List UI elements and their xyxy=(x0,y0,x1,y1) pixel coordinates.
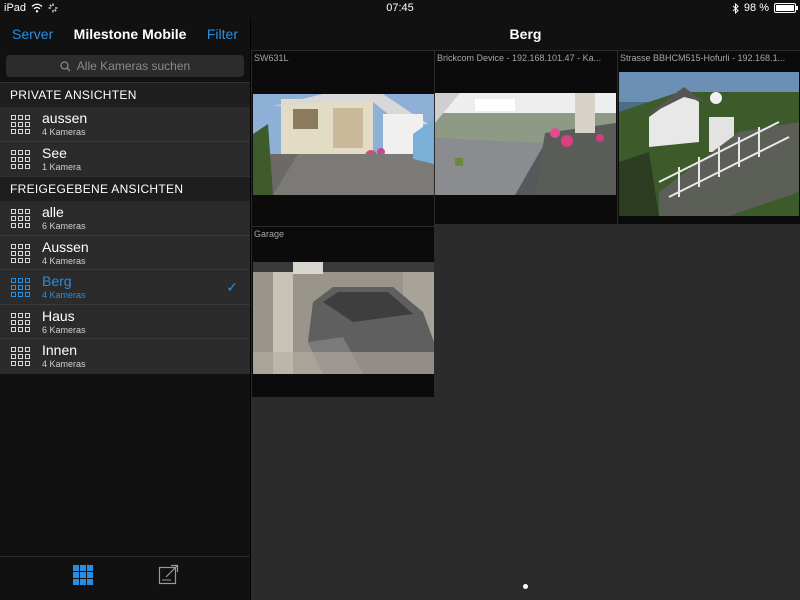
bluetooth-icon xyxy=(732,2,739,14)
camera-caption: Strasse BBHCM515-Hofurli - 192.168.1... xyxy=(620,53,786,63)
view-name: See xyxy=(42,144,67,161)
camera-tile-strasse[interactable]: Strasse BBHCM515-Hofurli - 192.168.1... xyxy=(618,51,800,224)
status-time: 07:45 xyxy=(386,2,414,14)
view-camera-count: 4 Kameras xyxy=(42,255,86,266)
view-name: Haus xyxy=(42,307,75,324)
camera-tile-brickcom[interactable]: Brickcom Device - 192.168.101.47 - Ka... xyxy=(435,51,617,224)
camera-tile-sw631l[interactable]: SW631L xyxy=(252,51,434,226)
camera-feed-image xyxy=(253,94,434,195)
view-name: Berg xyxy=(42,273,72,289)
tab-bar xyxy=(0,556,250,600)
server-button[interactable]: Server xyxy=(12,26,53,42)
grid-view-icon xyxy=(11,347,30,366)
grid-view-icon xyxy=(11,149,30,169)
view-camera-count: 4 Kameras xyxy=(42,359,86,369)
search-input[interactable]: Alle Kameras suchen xyxy=(6,55,244,77)
camera-feed-image xyxy=(253,262,434,374)
grid-view-icon xyxy=(11,209,30,228)
shared-views-list: alle 6 Kameras Aussen 4 Kameras Berg 4 K… xyxy=(0,201,250,374)
shared-views-header: FREIGEGEBENE ANSICHTEN xyxy=(0,176,250,201)
grid-view-icon xyxy=(11,115,30,134)
app-title: Milestone Mobile xyxy=(73,26,187,42)
sidebar-header: Server Milestone Mobile Filter xyxy=(0,18,250,50)
camera-caption: Brickcom Device - 192.168.101.47 - Ka... xyxy=(437,53,602,63)
view-camera-count: 6 Kameras xyxy=(42,221,86,231)
export-icon[interactable] xyxy=(158,563,180,585)
checkmark-icon: ✓ xyxy=(226,279,238,295)
view-camera-count: 6 Kameras xyxy=(42,324,86,335)
grid-view-icon xyxy=(11,278,30,297)
search-placeholder: Alle Kameras suchen xyxy=(76,59,191,73)
grid-view-icon xyxy=(11,312,30,332)
grid-view-icon xyxy=(11,243,30,263)
view-name: alle xyxy=(42,204,64,220)
battery-icon xyxy=(774,3,798,13)
camera-feed-image xyxy=(435,93,616,195)
search-icon xyxy=(60,60,71,71)
view-name: Innen xyxy=(42,342,78,358)
view-title: Berg xyxy=(251,18,800,50)
private-views-list: aussen 4 Kameras See 1 Kamera xyxy=(0,107,250,176)
view-name: Aussen xyxy=(42,238,89,255)
view-item-haus[interactable]: Haus 6 Kameras xyxy=(0,305,250,339)
filter-button[interactable]: Filter xyxy=(207,26,238,42)
view-camera-count: 1 Kamera xyxy=(42,161,82,172)
sidebar: Server Milestone Mobile Filter Alle Kame… xyxy=(0,18,250,600)
camera-caption: SW631L xyxy=(254,53,289,63)
tab-views-grid-icon[interactable] xyxy=(73,565,93,585)
status-bar: iPad 07:45 98 % xyxy=(0,0,800,18)
private-views-header: PRIVATE ANSICHTEN xyxy=(0,82,250,107)
camera-caption: Garage xyxy=(254,229,285,239)
view-item-innen[interactable]: Innen 4 Kameras xyxy=(0,339,250,374)
view-item-aussen-private[interactable]: aussen 4 Kameras xyxy=(0,107,250,142)
camera-view-panel: Berg SW631L Brickcom Device - 192.168.10… xyxy=(250,18,800,600)
view-item-see[interactable]: See 1 Kamera xyxy=(0,142,250,177)
camera-tile-garage[interactable]: Garage xyxy=(252,227,434,397)
view-camera-count: 4 Kameras xyxy=(42,127,86,137)
view-item-berg[interactable]: Berg 4 Kameras ✓ xyxy=(0,270,250,305)
view-item-alle[interactable]: alle 6 Kameras xyxy=(0,201,250,236)
view-name: aussen xyxy=(42,110,88,126)
camera-feed-image xyxy=(619,72,799,216)
page-indicator xyxy=(523,584,528,589)
view-camera-count: 4 Kameras xyxy=(42,290,86,300)
battery-percent: 98 % xyxy=(743,2,769,14)
view-item-aussen-shared[interactable]: Aussen 4 Kameras xyxy=(0,236,250,270)
